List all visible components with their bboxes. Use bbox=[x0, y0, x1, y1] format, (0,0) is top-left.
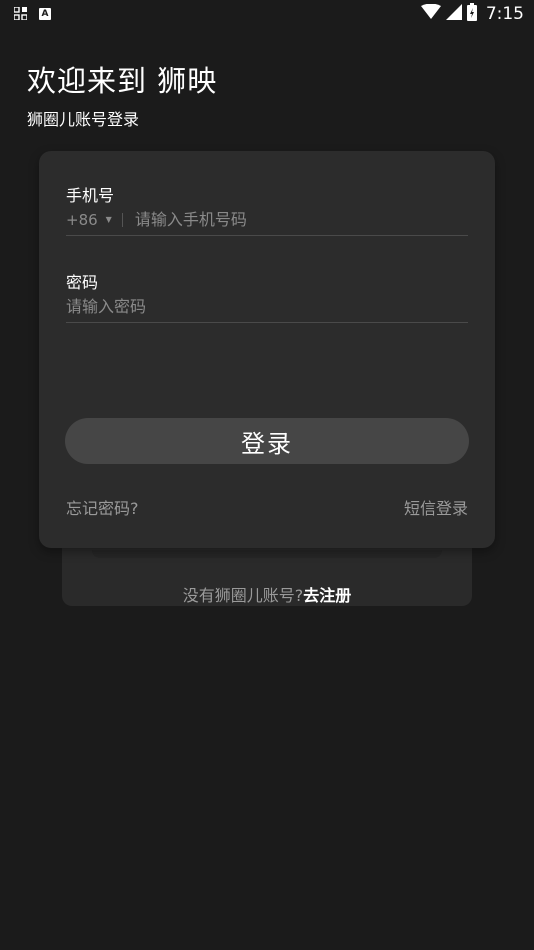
register-link[interactable]: 去注册 bbox=[303, 586, 351, 605]
sms-login-link[interactable]: 短信登录 bbox=[404, 495, 468, 519]
phone-field-row: +86 ▼ bbox=[66, 204, 468, 236]
register-prompt: 没有狮圈儿账号? bbox=[182, 586, 304, 605]
signal-icon bbox=[445, 4, 462, 24]
divider bbox=[121, 212, 123, 227]
phone-label: 手机号 bbox=[66, 186, 115, 205]
system-icons: 7:15 bbox=[420, 3, 524, 25]
forgot-password-link[interactable]: 忘记密码? bbox=[66, 495, 139, 519]
wifi-icon bbox=[420, 3, 441, 24]
welcome-title: 欢迎来到 狮映 bbox=[27, 64, 218, 98]
card-shadow-strip bbox=[92, 550, 442, 558]
country-code[interactable]: +86 bbox=[66, 211, 98, 229]
battery-icon bbox=[466, 3, 477, 25]
notification-area: A bbox=[13, 5, 51, 24]
password-label: 密码 bbox=[66, 273, 99, 292]
chevron-down-icon[interactable]: ▼ bbox=[106, 215, 112, 224]
status-time: 7:15 bbox=[485, 4, 524, 24]
phone-input[interactable] bbox=[134, 210, 468, 229]
login-subtitle: 狮圈儿账号登录 bbox=[27, 110, 140, 129]
login-button[interactable]: 登录 bbox=[65, 418, 469, 464]
login-card: 手机号 +86 ▼ 密码 登录 忘记密码? 短信登录 bbox=[39, 151, 495, 548]
password-field-row bbox=[66, 291, 468, 323]
grid-app-icon bbox=[13, 5, 28, 24]
a-app-icon: A bbox=[39, 8, 51, 20]
password-input[interactable] bbox=[66, 297, 468, 316]
register-row: 没有狮圈儿账号?去注册 bbox=[62, 582, 472, 606]
status-bar: A 7:15 bbox=[0, 0, 534, 28]
